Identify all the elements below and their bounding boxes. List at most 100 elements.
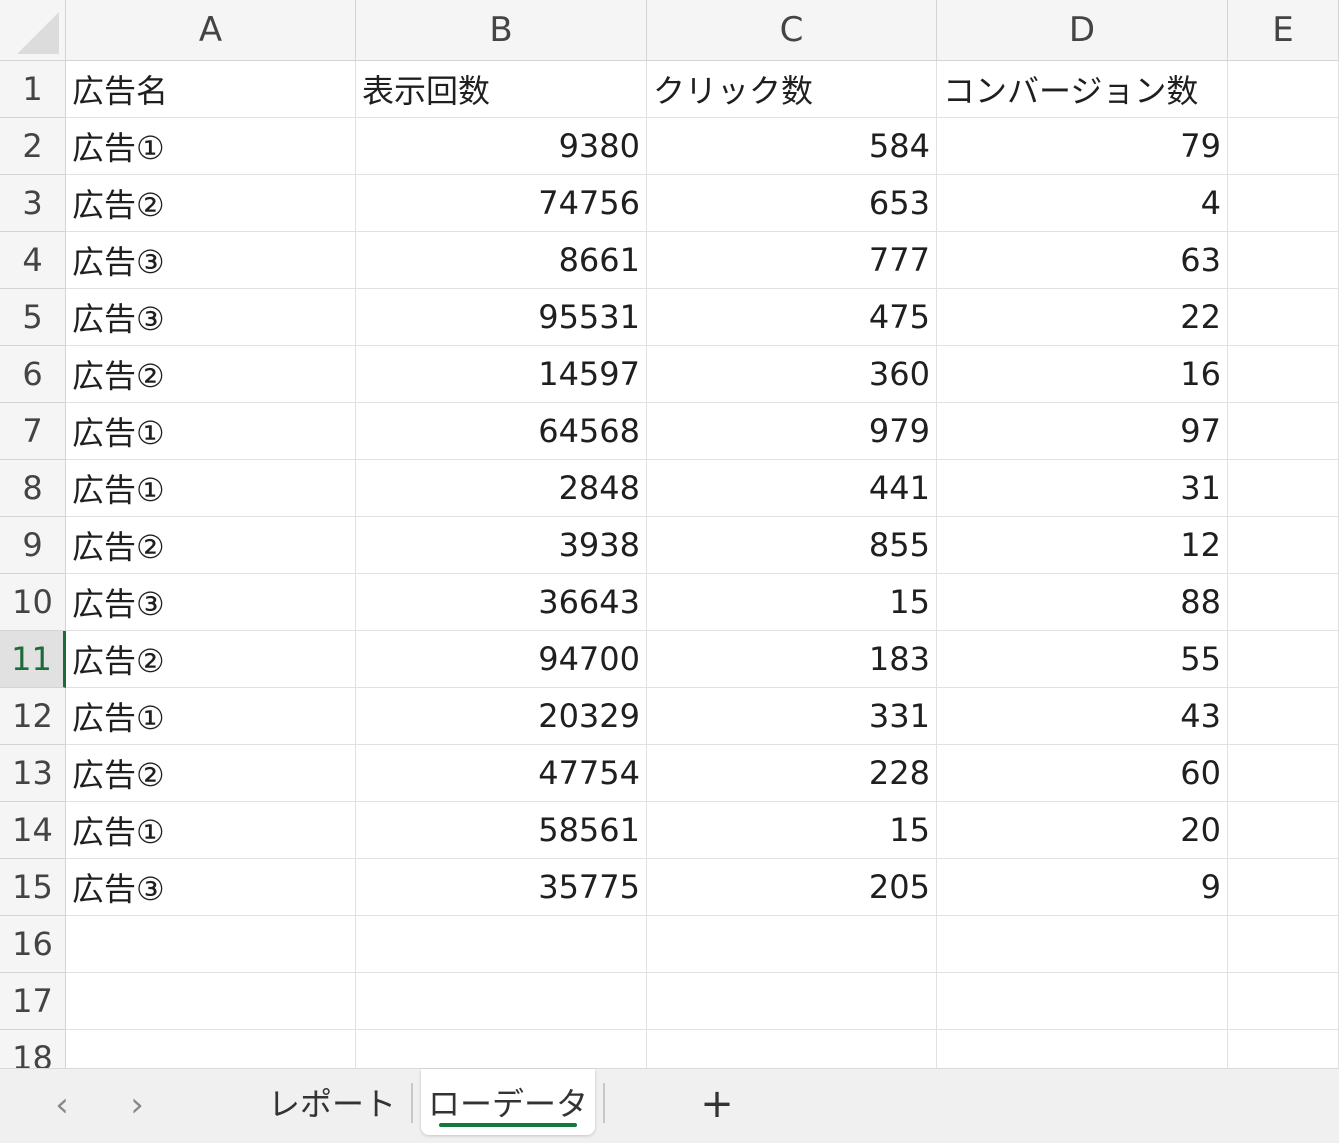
cell-e8[interactable] xyxy=(1228,460,1339,517)
cell-c11[interactable]: 183 xyxy=(647,631,937,688)
cell-e18[interactable] xyxy=(1228,1030,1339,1068)
row-header-17[interactable]: 17 xyxy=(0,973,66,1030)
cell-e6[interactable] xyxy=(1228,346,1339,403)
cell-d14[interactable]: 20 xyxy=(937,802,1228,859)
row-header-8[interactable]: 8 xyxy=(0,460,66,517)
cell-a17[interactable] xyxy=(66,973,356,1030)
cell-c14[interactable]: 15 xyxy=(647,802,937,859)
cell-b6[interactable]: 14597 xyxy=(356,346,647,403)
cell-a12[interactable]: 広告① xyxy=(66,688,356,745)
cell-c5[interactable]: 475 xyxy=(647,289,937,346)
cell-b12[interactable]: 20329 xyxy=(356,688,647,745)
row-header-9[interactable]: 9 xyxy=(0,517,66,574)
cell-d7[interactable]: 97 xyxy=(937,403,1228,460)
cell-a10[interactable]: 広告③ xyxy=(66,574,356,631)
cell-b7[interactable]: 64568 xyxy=(356,403,647,460)
cell-e17[interactable] xyxy=(1228,973,1339,1030)
cell-d15[interactable]: 9 xyxy=(937,859,1228,916)
row-header-4[interactable]: 4 xyxy=(0,232,66,289)
cell-e11[interactable] xyxy=(1228,631,1339,688)
row-header-15[interactable]: 15 xyxy=(0,859,66,916)
cell-d1[interactable]: コンバージョン数 xyxy=(937,61,1228,118)
spreadsheet-grid[interactable]: ABCDE 1 2 3 4 5 6 7 8 9 10 11 12 13 14 15 16 17 18 広告名 表示回… xyxy=(0,0,1339,1068)
cell-c4[interactable]: 777 xyxy=(647,232,937,289)
row-header-10[interactable]: 10 xyxy=(0,574,66,631)
cell-b17[interactable] xyxy=(356,973,647,1030)
cell-a11[interactable]: 広告② xyxy=(66,631,356,688)
cell-a9[interactable]: 広告② xyxy=(66,517,356,574)
cell-c18[interactable] xyxy=(647,1030,937,1068)
next-sheet-button[interactable]: › xyxy=(117,1083,157,1127)
cell-b3[interactable]: 74756 xyxy=(356,175,647,232)
row-header-6[interactable]: 6 xyxy=(0,346,66,403)
cell-e1[interactable] xyxy=(1228,61,1339,118)
cell-e12[interactable] xyxy=(1228,688,1339,745)
cell-d2[interactable]: 79 xyxy=(937,118,1228,175)
cell-c9[interactable]: 855 xyxy=(647,517,937,574)
cell-b9[interactable]: 3938 xyxy=(356,517,647,574)
cell-d6[interactable]: 16 xyxy=(937,346,1228,403)
cell-b10[interactable]: 36643 xyxy=(356,574,647,631)
cell-c7[interactable]: 979 xyxy=(647,403,937,460)
cell-d16[interactable] xyxy=(937,916,1228,973)
cell-d5[interactable]: 22 xyxy=(937,289,1228,346)
cell-c12[interactable]: 331 xyxy=(647,688,937,745)
row-header-12[interactable]: 12 xyxy=(0,688,66,745)
cell-b16[interactable] xyxy=(356,916,647,973)
cell-a3[interactable]: 広告② xyxy=(66,175,356,232)
cell-e13[interactable] xyxy=(1228,745,1339,802)
cell-c2[interactable]: 584 xyxy=(647,118,937,175)
cell-a8[interactable]: 広告① xyxy=(66,460,356,517)
cell-e15[interactable] xyxy=(1228,859,1339,916)
cell-c1[interactable]: クリック数 xyxy=(647,61,937,118)
add-sheet-button[interactable]: + xyxy=(695,1079,739,1129)
cell-c6[interactable]: 360 xyxy=(647,346,937,403)
cell-a18[interactable] xyxy=(66,1030,356,1068)
cell-b15[interactable]: 35775 xyxy=(356,859,647,916)
row-header-1[interactable]: 1 xyxy=(0,61,66,118)
select-all-corner[interactable] xyxy=(0,0,66,61)
cell-e16[interactable] xyxy=(1228,916,1339,973)
cell-c17[interactable] xyxy=(647,973,937,1030)
row-header-14[interactable]: 14 xyxy=(0,802,66,859)
cell-d11[interactable]: 55 xyxy=(937,631,1228,688)
cell-e5[interactable] xyxy=(1228,289,1339,346)
cell-e3[interactable] xyxy=(1228,175,1339,232)
cell-e4[interactable] xyxy=(1228,232,1339,289)
cell-d13[interactable]: 60 xyxy=(937,745,1228,802)
cell-c15[interactable]: 205 xyxy=(647,859,937,916)
cell-a4[interactable]: 広告③ xyxy=(66,232,356,289)
cell-e2[interactable] xyxy=(1228,118,1339,175)
cell-d3[interactable]: 4 xyxy=(937,175,1228,232)
row-header-16[interactable]: 16 xyxy=(0,916,66,973)
row-header-13[interactable]: 13 xyxy=(0,745,66,802)
cell-d8[interactable]: 31 xyxy=(937,460,1228,517)
row-header-3[interactable]: 3 xyxy=(0,175,66,232)
cell-a13[interactable]: 広告② xyxy=(66,745,356,802)
cell-d12[interactable]: 43 xyxy=(937,688,1228,745)
cell-c8[interactable]: 441 xyxy=(647,460,937,517)
column-header-e[interactable]: E xyxy=(1228,0,1339,60)
column-header-d[interactable]: D xyxy=(937,0,1228,60)
column-header-a[interactable]: A xyxy=(66,0,356,60)
cell-c3[interactable]: 653 xyxy=(647,175,937,232)
cell-b14[interactable]: 58561 xyxy=(356,802,647,859)
column-header-b[interactable]: B xyxy=(356,0,647,60)
tab-raw-data[interactable]: ローデータ xyxy=(421,1069,595,1135)
cell-e7[interactable] xyxy=(1228,403,1339,460)
row-header-2[interactable]: 2 xyxy=(0,118,66,175)
row-header-11[interactable]: 11 xyxy=(0,631,66,688)
cell-d18[interactable] xyxy=(937,1030,1228,1068)
cell-b4[interactable]: 8661 xyxy=(356,232,647,289)
cell-d9[interactable]: 12 xyxy=(937,517,1228,574)
cell-d17[interactable] xyxy=(937,973,1228,1030)
cell-a2[interactable]: 広告① xyxy=(66,118,356,175)
cell-b8[interactable]: 2848 xyxy=(356,460,647,517)
cell-c10[interactable]: 15 xyxy=(647,574,937,631)
cell-a6[interactable]: 広告② xyxy=(66,346,356,403)
prev-sheet-button[interactable]: ‹ xyxy=(42,1083,82,1127)
tab-report[interactable]: レポート xyxy=(262,1069,402,1135)
cell-b11[interactable]: 94700 xyxy=(356,631,647,688)
cell-b18[interactable] xyxy=(356,1030,647,1068)
cell-e14[interactable] xyxy=(1228,802,1339,859)
